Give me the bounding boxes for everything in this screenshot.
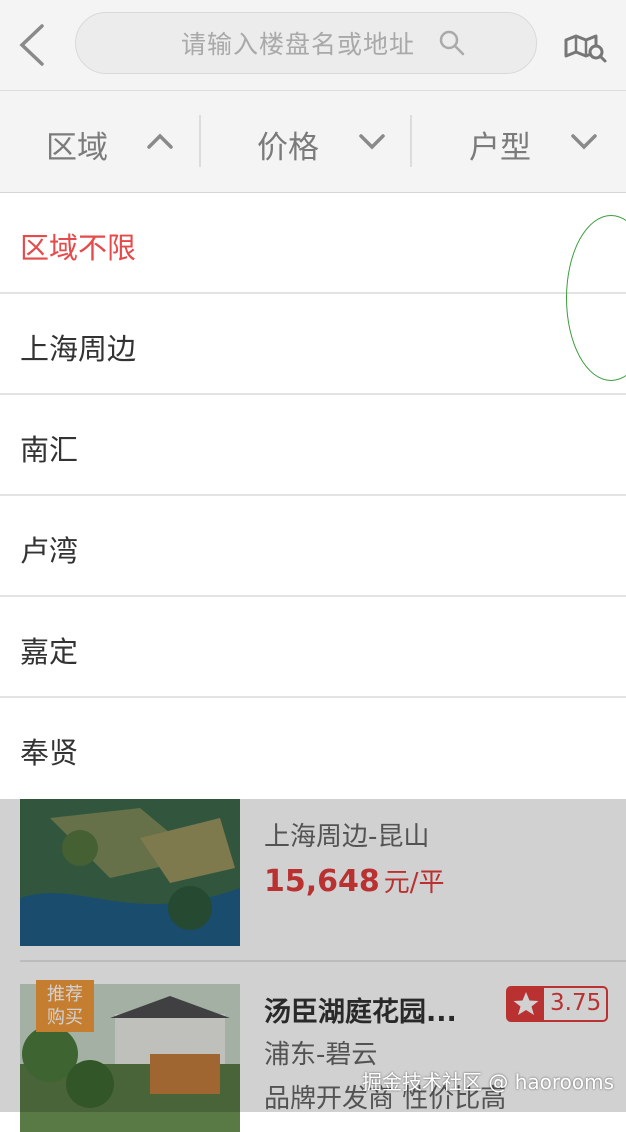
filter-bar: 区域 价格 户型 [0,91,626,193]
top-bar: 请输入楼盘名或地址 [0,0,626,91]
map-search-button[interactable] [562,26,608,66]
area-dropdown: 区域不限 上海周边 南汇 卢湾 嘉定 奉贤 [0,193,626,799]
filter-price-label: 价格 [257,130,319,166]
dropdown-option-label: 区域不限 [20,231,137,265]
search-icon [439,30,465,56]
filter-layout-label: 户型 [469,130,531,166]
filter-area-label: 区域 [46,130,108,166]
chevron-down-icon [571,134,597,150]
search-placeholder: 请输入楼盘名或地址 [181,30,416,59]
chevron-down-icon [359,134,385,150]
dropdown-option-label: 上海周边 [20,332,137,366]
map-search-icon [564,34,607,63]
dropdown-option-label: 嘉定 [20,635,79,669]
filter-layout[interactable]: 户型 [412,91,626,192]
dropdown-option-fengxian[interactable]: 奉贤 [0,698,626,799]
filter-area[interactable]: 区域 [0,91,200,192]
search-input[interactable]: 请输入楼盘名或地址 [75,12,537,74]
dropdown-option-nanhui[interactable]: 南汇 [0,395,626,496]
filter-price[interactable]: 价格 [201,91,411,192]
chevron-up-icon [147,133,173,149]
chevron-left-icon [19,24,44,66]
dropdown-option-label: 奉贤 [20,736,79,770]
dropdown-option-any-area[interactable]: 区域不限 [0,193,626,294]
dropdown-option-shanghai-surrounding[interactable]: 上海周边 [0,294,626,395]
dropdown-option-luwan[interactable]: 卢湾 [0,496,626,597]
dropdown-option-jiading[interactable]: 嘉定 [0,597,626,698]
back-button[interactable] [12,22,52,68]
watermark: 掘金技术社区 @ haorooms [362,1070,615,1094]
dropdown-option-label: 南汇 [20,433,79,467]
dropdown-option-label: 卢湾 [20,534,79,568]
